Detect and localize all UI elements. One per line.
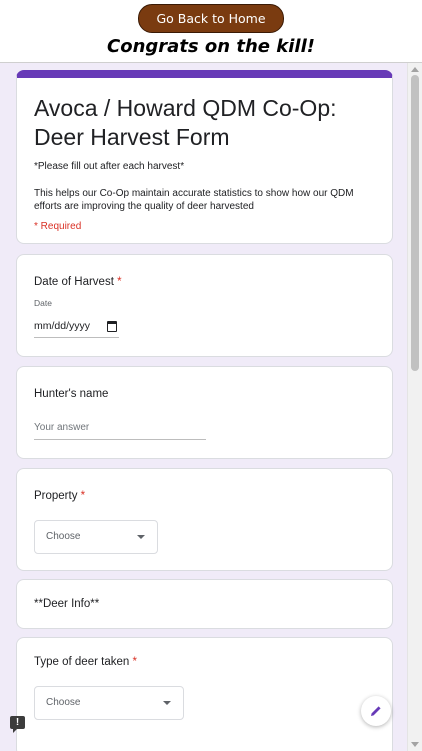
property-select[interactable]: Choose [34,520,158,554]
form-description: This helps our Co-Op maintain accurate s… [34,188,354,212]
form-title: Avoca / Howard QDM Co-Op: Deer Harvest F… [34,95,337,150]
required-note: * Required [34,221,82,232]
scrollbar[interactable] [407,63,422,751]
question-label: Date of Harvest * [34,276,122,288]
form-instruction: *Please fill out after each harvest* [34,161,185,172]
app-header: Go Back to Home Screen Congrats on the k… [0,0,422,62]
date-input[interactable]: mm/dd/yyyy [34,317,119,338]
question-deer-type: Type of deer taken * Choose [16,637,393,751]
feedback-icon[interactable]: ! [10,716,25,733]
date-sublabel: Date [34,298,52,308]
pencil-icon [371,706,381,716]
calendar-icon[interactable] [107,321,117,332]
question-text: Type of deer taken [34,656,130,668]
date-input-value: mm/dd/yyyy [34,320,91,332]
question-label: Property * [34,490,85,502]
hunter-name-input[interactable]: Your answer [34,419,206,440]
question-label: Type of deer taken * [34,656,137,668]
go-back-home-button[interactable]: Go Back to Home Screen [138,4,284,53]
scrollbar-thumb[interactable] [411,75,419,371]
required-star: * [80,490,86,502]
deer-type-select[interactable]: Choose [34,686,184,720]
question-label: Hunter's name [34,388,109,400]
required-star: * [117,276,122,288]
congrats-heading: Congrats on the kill! [107,36,315,57]
chevron-down-icon [137,535,145,539]
scroll-down-arrow[interactable] [411,742,419,747]
select-value: Choose [46,531,81,542]
form-title-card: Avoca / Howard QDM Co-Op: Deer Harvest F… [16,70,393,244]
section-deer-info: **Deer Info** [16,579,393,629]
question-property: Property * Choose [16,468,393,571]
embedded-form-frame[interactable]: Avoca / Howard QDM Co-Op: Deer Harvest F… [0,62,422,751]
question-hunter-name: Hunter's name Your answer [16,366,393,459]
chevron-down-icon [163,701,171,705]
question-text: Date of Harvest [34,276,114,288]
select-value: Choose [46,697,81,708]
question-date-of-harvest: Date of Harvest * Date mm/dd/yyyy [16,254,393,357]
section-title: **Deer Info** [34,598,100,610]
required-star: * [132,656,137,668]
question-text: Property [34,490,78,502]
edit-fab-button[interactable] [361,696,391,726]
scroll-up-arrow[interactable] [411,67,419,72]
